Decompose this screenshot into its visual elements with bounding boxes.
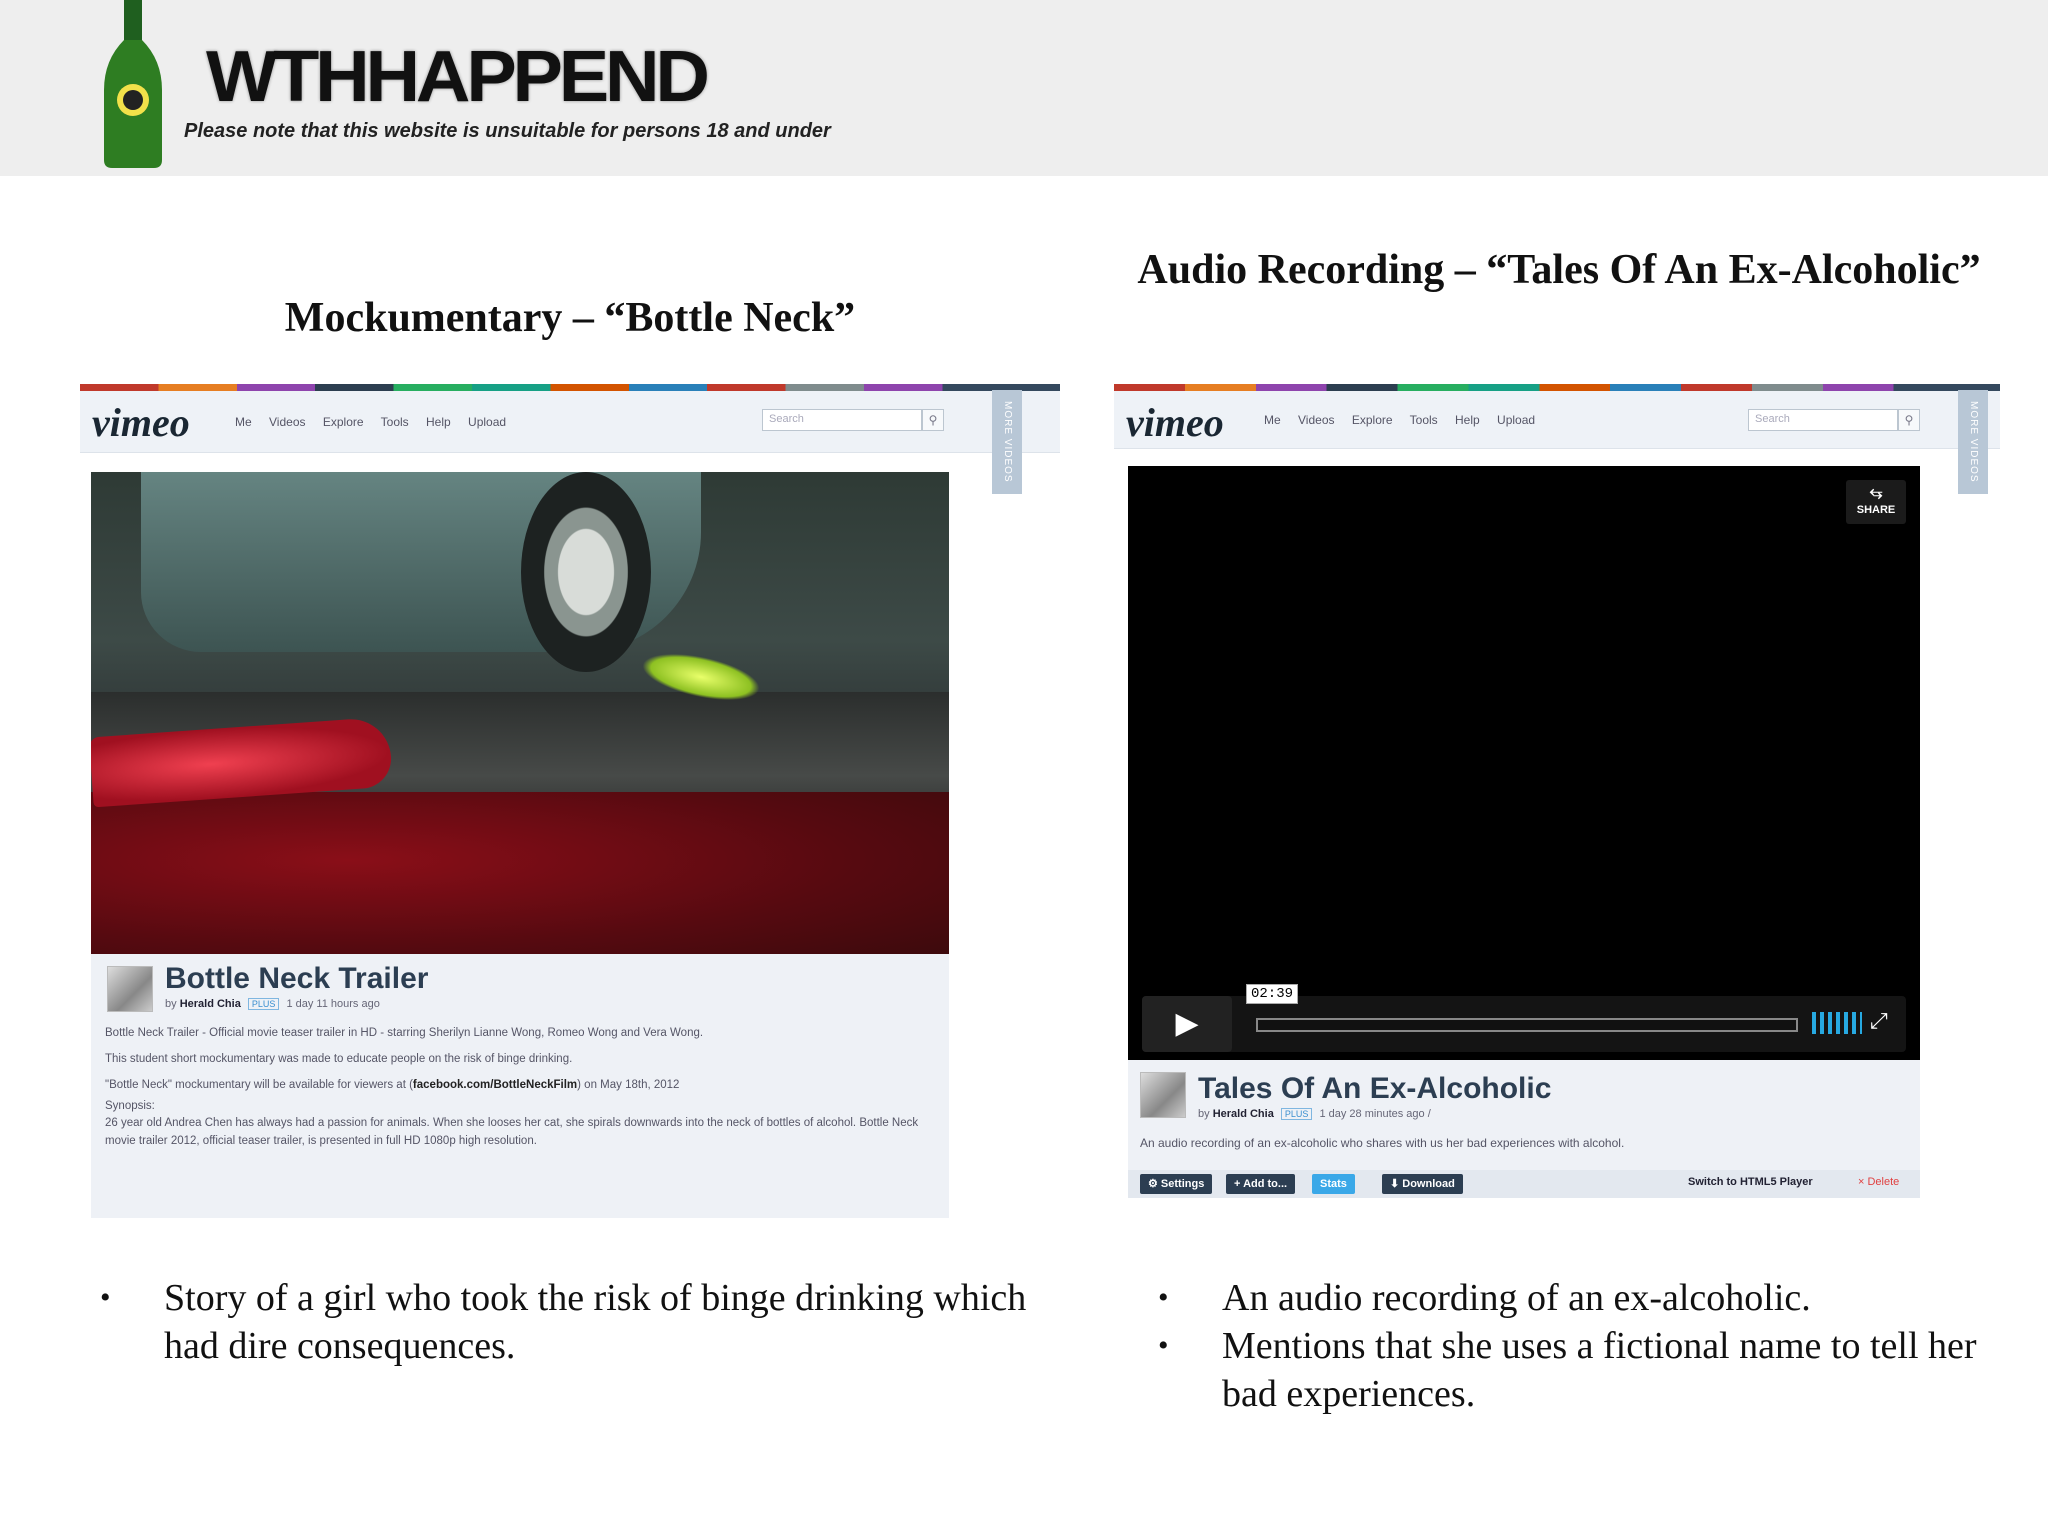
nav-me[interactable]: Me [235,415,252,429]
stats-button[interactable]: Stats [1312,1174,1355,1194]
by-label: by [1198,1108,1210,1120]
vimeo-header: vimeo Me Videos Explore Tools Help Uploa… [80,391,1060,453]
video-title: Bottle Neck Trailer [165,962,429,995]
vimeo-nav: Me Videos Explore Tools Help Upload [1264,413,1549,427]
by-label: by [165,998,177,1010]
byline: by Herald Chia PLUS 1 day 11 hours ago [165,998,380,1010]
right-section-title: Audio Recording – “Tales Of An Ex-Alcoho… [1137,247,1981,293]
site-banner: WTHHAPPEND Please note that this website… [0,0,2048,176]
banner-title: WTHHAPPEND [206,37,710,117]
search-input[interactable]: Search [1748,409,1898,431]
nav-explore[interactable]: Explore [1352,413,1393,427]
wheel-scene [521,472,651,672]
nav-help[interactable]: Help [426,415,451,429]
vimeo-window-bottle-neck: vimeo Me Videos Explore Tools Help Uploa… [80,384,1060,1218]
share-icon: ⥃ [1869,484,1883,501]
avatar[interactable] [107,966,153,1012]
left-bullet-list: Story of a girl who took the risk of bin… [100,1274,1040,1370]
nav-help[interactable]: Help [1455,413,1480,427]
nav-me[interactable]: Me [1264,413,1281,427]
video-description: Bottle Neck Trailer - Official movie tea… [105,1020,935,1150]
switch-html5-link[interactable]: Switch to HTML5 Player [1688,1176,1813,1188]
byline: by Herald Chia PLUS 1 day 28 minutes ago… [1198,1108,1431,1120]
vimeo-color-stripe [1114,384,2000,391]
search-input[interactable]: Search [762,409,922,431]
play-icon: ▶ [1175,1007,1199,1040]
video-title: Tales Of An Ex-Alcoholic [1198,1072,1552,1105]
share-button[interactable]: ⥃ SHARE [1846,480,1906,524]
player-controls: ▶ 02:39 ⤢ [1142,984,1906,1052]
fullscreen-icon[interactable]: ⤢ [1870,1008,1888,1034]
desc-line-3: "Bottle Neck" mockumentary will be avail… [105,1072,935,1098]
blood-scene [91,792,949,954]
vimeo-nav: Me Videos Explore Tools Help Upload [235,415,520,429]
download-button[interactable]: ⬇ Download [1382,1174,1463,1194]
vimeo-color-stripe [80,384,1060,391]
delete-link[interactable]: × Delete [1858,1176,1899,1188]
nav-videos[interactable]: Videos [1298,413,1334,427]
video-description: An audio recording of an ex-alcoholic wh… [1140,1136,1625,1150]
avatar[interactable] [1140,1072,1186,1118]
progress-track[interactable] [1256,1018,1798,1032]
desc-line-3-post: ) on May 18th, 2012 [577,1079,680,1091]
desc-line-2: This student short mockumentary was made… [105,1053,573,1065]
plus-badge: PLUS [1280,1108,1313,1120]
share-label: SHARE [1856,504,1896,516]
more-videos-tab[interactable]: MORE VIDEOS [1958,390,1988,494]
video-action-bar: ⚙ Settings + Add to... Stats ⬇ Download … [1128,1170,1920,1198]
vimeo-logo[interactable]: vimeo [1126,399,1224,446]
author-link[interactable]: Herald Chia [1213,1108,1274,1120]
author-link[interactable]: Herald Chia [180,998,241,1010]
desc-line-3-pre: "Bottle Neck" mockumentary will be avail… [105,1079,413,1091]
nav-upload[interactable]: Upload [1497,413,1535,427]
vimeo-logo[interactable]: vimeo [92,399,190,446]
video-info: Bottle Neck Trailer by Herald Chia PLUS … [91,954,949,1218]
more-videos-tab[interactable]: MORE VIDEOS [992,390,1022,494]
nav-explore[interactable]: Explore [323,415,364,429]
banner-note: Please note that this website is unsuita… [184,120,831,142]
right-bullet-list: An audio recording of an ex-alcoholic. M… [1158,1274,2018,1418]
posted-time: 1 day 28 minutes ago / [1319,1108,1431,1120]
right-bullet-2: Mentions that she uses a fictional name … [1158,1322,2018,1418]
nav-tools[interactable]: Tools [1410,413,1438,427]
right-bullet-1: An audio recording of an ex-alcoholic. [1158,1274,2018,1322]
desc-line-1: Bottle Neck Trailer - Official movie tea… [105,1027,704,1039]
settings-button[interactable]: ⚙ Settings [1140,1174,1213,1194]
synopsis-text: 26 year old Andrea Chen has always had a… [105,1117,919,1147]
search-icon[interactable]: ⚲ [1898,409,1920,431]
volume-control[interactable] [1812,1012,1862,1034]
add-to-button[interactable]: + Add to... [1226,1174,1296,1194]
left-bullet-1: Story of a girl who took the risk of bin… [100,1274,1040,1370]
plus-badge: PLUS [247,998,280,1010]
video-frame[interactable] [91,472,949,954]
video-player[interactable]: ⥃ SHARE ▶ 02:39 ⤢ [1128,466,1920,1060]
facebook-link[interactable]: facebook.com/BottleNeckFilm [413,1079,577,1091]
nav-videos[interactable]: Videos [269,415,305,429]
posted-time: 1 day 11 hours ago [286,998,380,1010]
vimeo-header: vimeo Me Videos Explore Tools Help Uploa… [1114,391,2000,449]
timecode: 02:39 [1246,984,1299,1004]
search-icon[interactable]: ⚲ [922,409,944,431]
bottle-logo-icon [104,0,162,168]
vimeo-window-ex-alcoholic: vimeo Me Videos Explore Tools Help Uploa… [1114,384,2000,1198]
play-button[interactable]: ▶ [1142,996,1232,1052]
nav-upload[interactable]: Upload [468,415,506,429]
nav-tools[interactable]: Tools [381,415,409,429]
synopsis-label: Synopsis: [105,1100,155,1112]
left-section-title: Mockumentary – “Bottle Neck” [284,295,856,341]
